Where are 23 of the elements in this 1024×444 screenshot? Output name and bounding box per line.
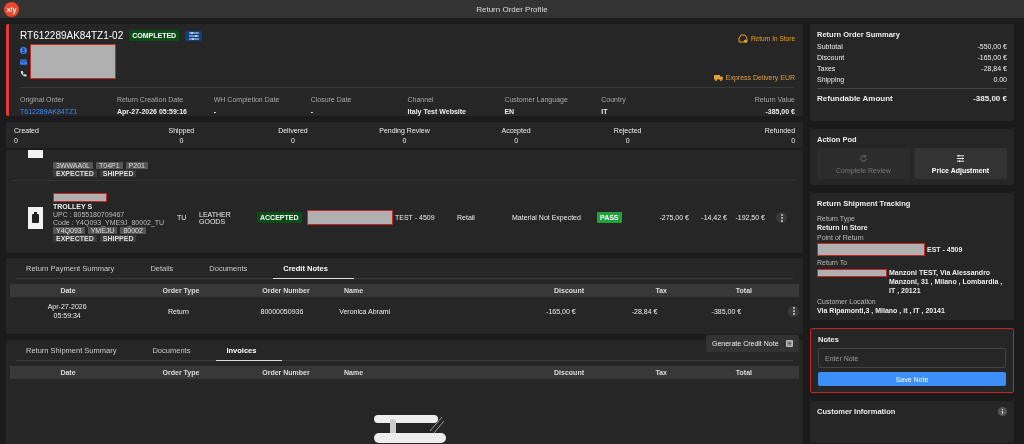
mail-icon (20, 59, 27, 65)
redacted-block (817, 269, 887, 277)
suitcase-icon (31, 211, 40, 224)
product-thumbnail (28, 150, 43, 158)
more-icon (792, 307, 795, 315)
store-icon (737, 34, 748, 43)
phone-icon (20, 70, 27, 77)
info-icon[interactable] (998, 407, 1007, 417)
user-icon (20, 47, 27, 54)
more-button[interactable] (776, 212, 787, 223)
redacted-block (53, 193, 107, 202)
more-icon (780, 213, 783, 222)
more-button[interactable] (788, 305, 799, 317)
total-label: Refundable Amount (817, 94, 893, 103)
total-value: -385,00 € (973, 94, 1007, 103)
refresh-icon (859, 153, 868, 163)
page-title: Return Order Profile (476, 4, 548, 14)
order-id: RT612289AK84TZ1-02 (20, 30, 124, 41)
document-icon (786, 340, 793, 347)
sliders-icon (956, 153, 965, 163)
truck-icon (713, 74, 723, 81)
sliders-icon (187, 31, 200, 40)
filter-button[interactable] (185, 30, 203, 41)
